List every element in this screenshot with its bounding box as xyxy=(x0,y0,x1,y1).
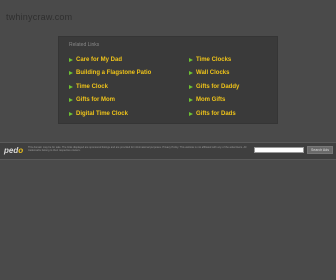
related-links-heading: Related Links xyxy=(69,42,100,48)
related-link[interactable]: Care for My Dad xyxy=(69,53,151,67)
arrow-icon xyxy=(189,71,193,76)
arrow-icon xyxy=(189,98,193,103)
search-button[interactable]: Search Ads xyxy=(307,146,333,154)
arrow-icon xyxy=(69,111,73,116)
arrow-icon xyxy=(69,57,73,62)
search-input[interactable] xyxy=(254,147,304,153)
arrow-icon xyxy=(189,84,193,89)
arrow-icon xyxy=(69,98,73,103)
footer-bar: pedo This domain may be for sale. The li… xyxy=(0,142,336,160)
related-link[interactable]: Wall Clocks xyxy=(189,67,239,81)
related-link[interactable]: Time Clocks xyxy=(189,53,239,67)
domain-name: twhinycraw.com xyxy=(6,12,73,22)
related-link[interactable]: Mom Gifts xyxy=(189,94,239,108)
arrow-icon xyxy=(189,57,193,62)
right-link-column: Time Clocks Wall Clocks Gifts for Daddy … xyxy=(189,53,239,121)
related-link[interactable]: Time Clock xyxy=(69,80,151,94)
related-link[interactable]: Building a Flagstone Patio xyxy=(69,67,151,81)
sedo-logo[interactable]: pedo xyxy=(4,146,23,155)
arrow-icon xyxy=(69,84,73,89)
disclaimer-text: This domain may be for sale. The links d… xyxy=(28,146,247,152)
related-link[interactable]: Gifts for Dads xyxy=(189,107,239,121)
related-links-panel: Related Links Care for My Dad Building a… xyxy=(58,36,278,124)
left-link-column: Care for My Dad Building a Flagstone Pat… xyxy=(69,53,151,121)
related-link[interactable]: Gifts for Daddy xyxy=(189,80,239,94)
arrow-icon xyxy=(69,71,73,76)
related-link[interactable]: Gifts for Mom xyxy=(69,94,151,108)
arrow-icon xyxy=(189,111,193,116)
related-link[interactable]: Digital Time Clock xyxy=(69,107,151,121)
